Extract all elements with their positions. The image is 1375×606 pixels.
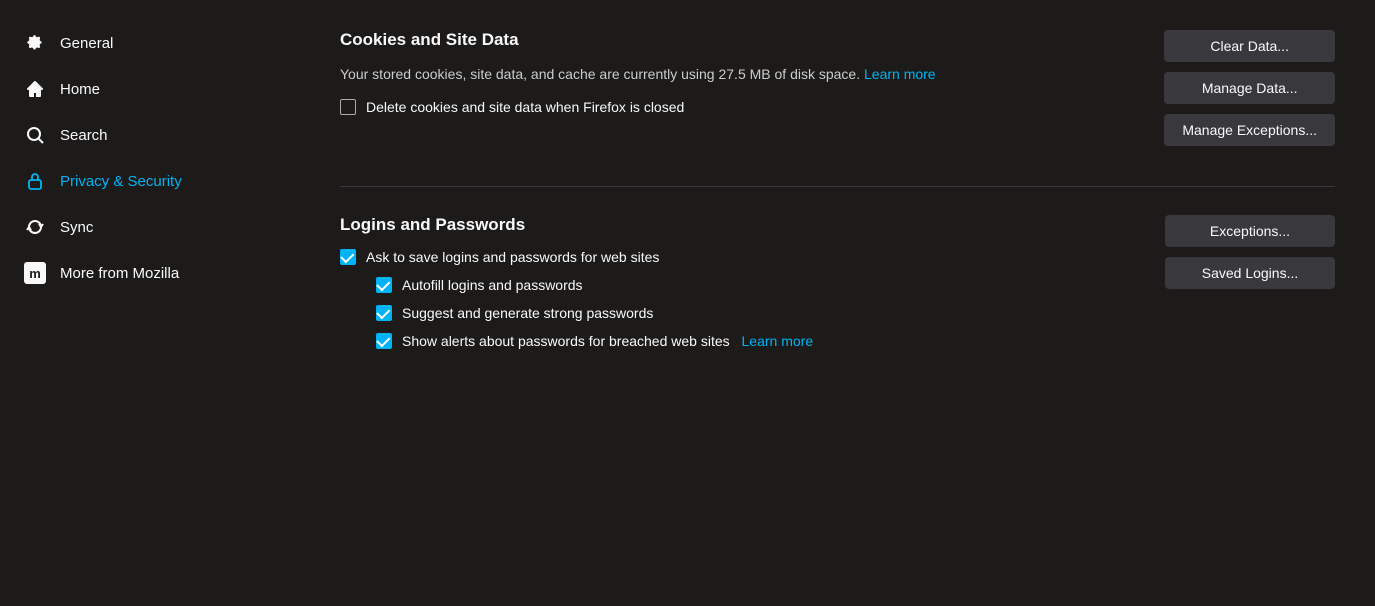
- autofill-logins-label: Autofill logins and passwords: [402, 277, 583, 293]
- sidebar-item-search-label: Search: [60, 127, 108, 144]
- show-alerts-row: Show alerts about passwords for breached…: [376, 333, 1145, 349]
- sidebar-item-mozilla[interactable]: m More from Mozilla: [0, 250, 300, 296]
- mozilla-icon: m: [24, 262, 46, 284]
- sync-icon: [24, 216, 46, 238]
- delete-cookies-row: Delete cookies and site data when Firefo…: [340, 99, 1144, 115]
- home-icon: [24, 78, 46, 100]
- cookies-section-desc: Your stored cookies, site data, and cach…: [340, 64, 1120, 85]
- sidebar-item-privacy-label: Privacy & Security: [60, 173, 182, 190]
- suggest-passwords-checkbox[interactable]: [376, 305, 392, 321]
- cookies-section-left: Cookies and Site Data Your stored cookie…: [340, 30, 1144, 127]
- sidebar: General Home Search Privacy & Security: [0, 0, 300, 606]
- sidebar-item-home-label: Home: [60, 81, 100, 98]
- saved-logins-button[interactable]: Saved Logins...: [1165, 257, 1335, 289]
- gear-icon: [24, 32, 46, 54]
- sidebar-item-general[interactable]: General: [0, 20, 300, 66]
- show-alerts-checkbox[interactable]: [376, 333, 392, 349]
- autofill-logins-row: Autofill logins and passwords: [376, 277, 1145, 293]
- autofill-logins-checkbox[interactable]: [376, 277, 392, 293]
- sidebar-item-search[interactable]: Search: [0, 112, 300, 158]
- lock-icon: [24, 170, 46, 192]
- sidebar-item-general-label: General: [60, 35, 113, 52]
- logins-exceptions-button[interactable]: Exceptions...: [1165, 215, 1335, 247]
- sidebar-item-sync-label: Sync: [60, 219, 93, 236]
- sidebar-item-sync[interactable]: Sync: [0, 204, 300, 250]
- manage-exceptions-button[interactable]: Manage Exceptions...: [1164, 114, 1335, 146]
- logins-section: Logins and Passwords Ask to save logins …: [340, 215, 1335, 361]
- logins-section-title: Logins and Passwords: [340, 215, 1145, 235]
- suggest-passwords-row: Suggest and generate strong passwords: [376, 305, 1145, 321]
- ask-save-logins-row: Ask to save logins and passwords for web…: [340, 249, 1145, 265]
- show-alerts-label: Show alerts about passwords for breached…: [402, 333, 813, 349]
- ask-save-logins-label: Ask to save logins and passwords for web…: [366, 249, 659, 265]
- delete-cookies-checkbox[interactable]: [340, 99, 356, 115]
- cookies-section-title: Cookies and Site Data: [340, 30, 1144, 50]
- breached-learn-more-link[interactable]: Learn more: [742, 333, 814, 349]
- sidebar-item-privacy[interactable]: Privacy & Security: [0, 158, 300, 204]
- logins-section-left: Logins and Passwords Ask to save logins …: [340, 215, 1145, 361]
- search-icon: [24, 124, 46, 146]
- ask-save-logins-checkbox[interactable]: [340, 249, 356, 265]
- sidebar-item-mozilla-label: More from Mozilla: [60, 265, 179, 282]
- logins-buttons: Exceptions... Saved Logins...: [1165, 215, 1335, 289]
- main-content: Cookies and Site Data Your stored cookie…: [300, 0, 1375, 606]
- cookies-section: Cookies and Site Data Your stored cookie…: [340, 30, 1335, 146]
- clear-data-button[interactable]: Clear Data...: [1164, 30, 1335, 62]
- sidebar-item-home[interactable]: Home: [0, 66, 300, 112]
- manage-data-button[interactable]: Manage Data...: [1164, 72, 1335, 104]
- section-divider: [340, 186, 1335, 187]
- suggest-passwords-label: Suggest and generate strong passwords: [402, 305, 653, 321]
- cookies-buttons: Clear Data... Manage Data... Manage Exce…: [1164, 30, 1335, 146]
- cookies-learn-more-link[interactable]: Learn more: [864, 66, 936, 82]
- delete-cookies-label: Delete cookies and site data when Firefo…: [366, 99, 684, 115]
